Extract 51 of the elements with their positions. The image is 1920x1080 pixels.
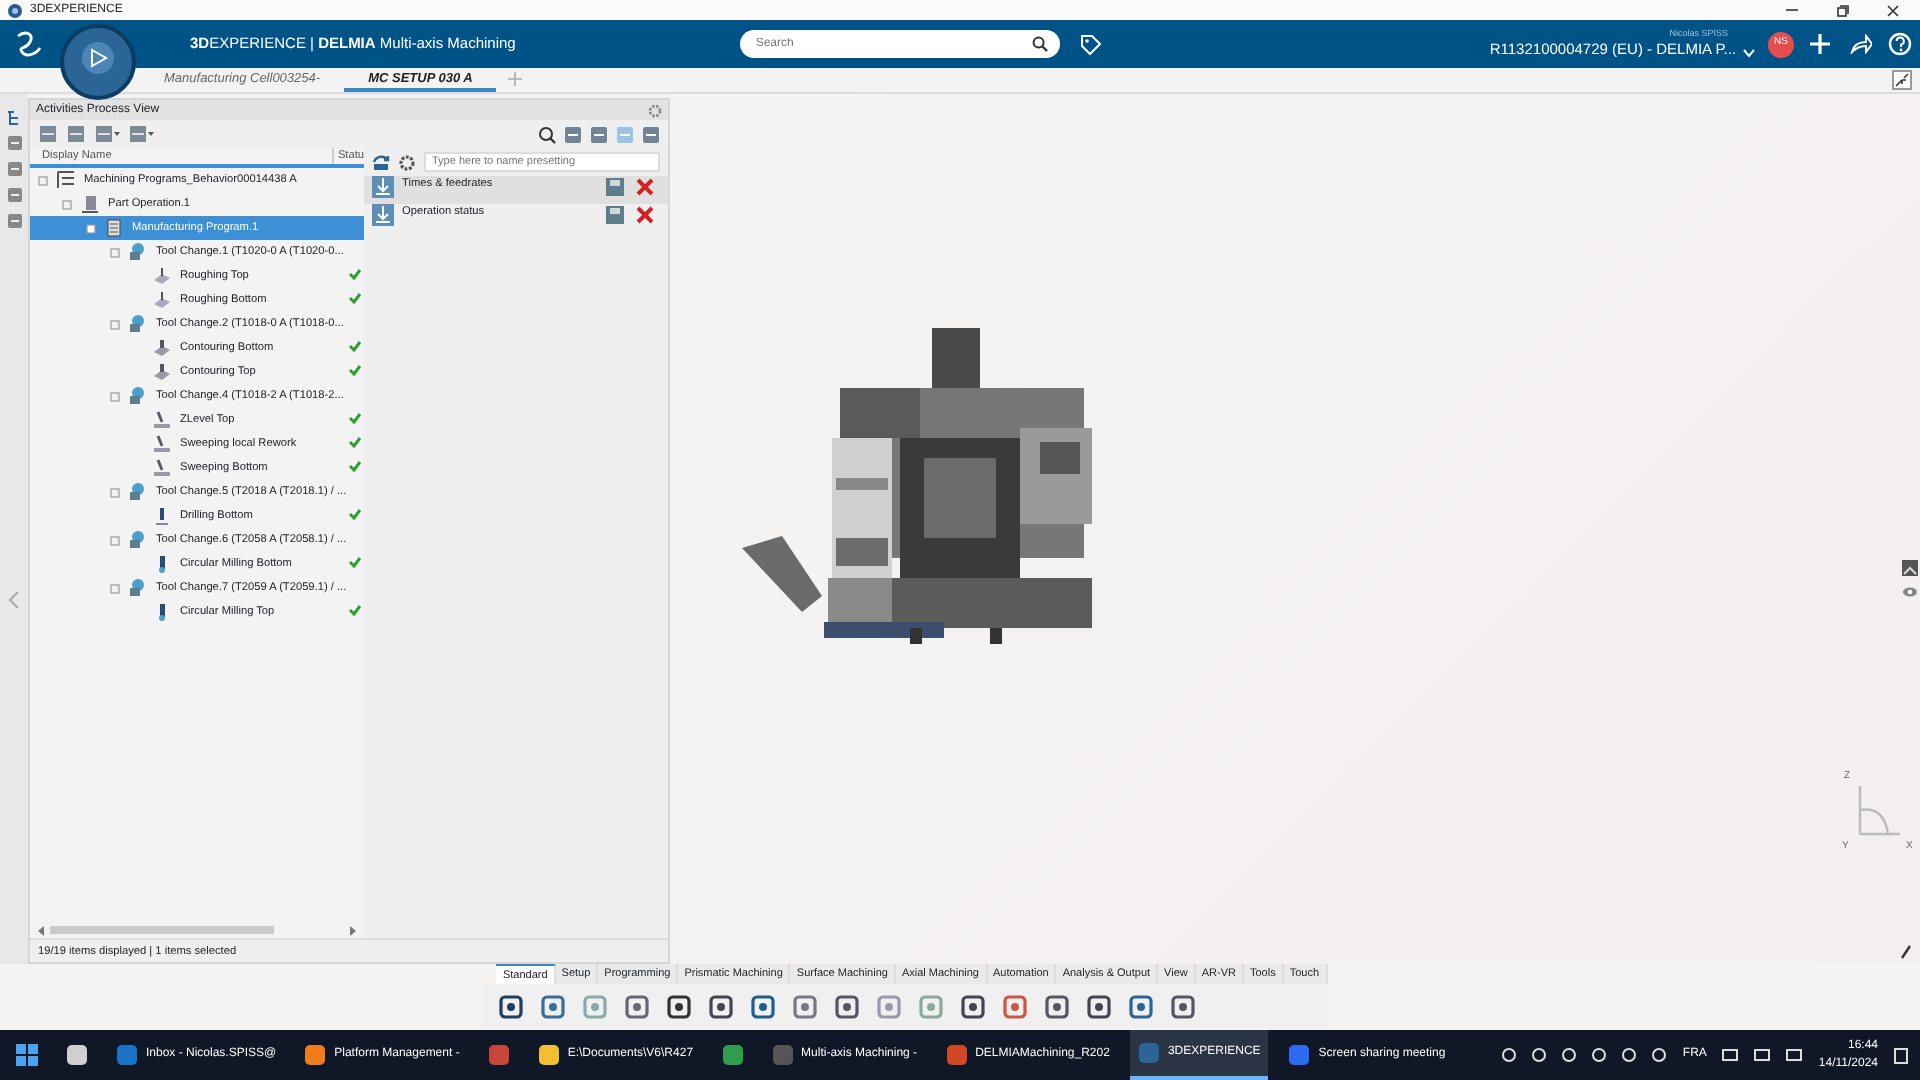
eye-icon[interactable] (1902, 584, 1918, 600)
tree-view-icon[interactable] (6, 110, 22, 126)
machining-operation-icon (152, 362, 172, 382)
close-icon[interactable] (1886, 3, 1900, 17)
delete-icon[interactable] (636, 178, 654, 196)
collapse-toggle-icon[interactable] (110, 535, 120, 545)
search-icon[interactable] (1031, 36, 1048, 52)
tool-change-icon (128, 314, 148, 334)
tool-change-icon (128, 578, 148, 598)
machining-operation-icon (152, 266, 172, 286)
collapse-toggle-icon[interactable] (110, 487, 120, 497)
drill-icon (152, 506, 172, 526)
collapse-toggle-icon[interactable] (110, 247, 120, 257)
search-icon[interactable] (538, 125, 556, 143)
download-icon[interactable] (372, 204, 394, 226)
chevron-down-icon[interactable] (1742, 47, 1756, 57)
share-icon[interactable] (1850, 34, 1872, 54)
help-icon[interactable] (1888, 32, 1912, 56)
download-icon[interactable] (372, 176, 394, 198)
plus-icon[interactable] (1810, 34, 1830, 54)
collapse-toggle-icon[interactable] (110, 583, 120, 593)
part-operation-icon (80, 194, 100, 214)
tool-change-icon (128, 386, 148, 406)
collapse-toggle-icon[interactable] (110, 391, 120, 401)
brand-logo-icon[interactable] (14, 30, 46, 58)
app-logo-icon (8, 3, 22, 17)
refresh-icon[interactable] (372, 153, 390, 171)
tag-icon[interactable] (1079, 33, 1102, 55)
collapse-icon[interactable] (1892, 70, 1912, 90)
machining-operation-icon (152, 410, 172, 430)
restore-icon[interactable] (1836, 3, 1850, 17)
machining-operation-icon (152, 458, 172, 478)
program-list-icon (56, 170, 76, 190)
delete-icon[interactable] (636, 206, 654, 224)
tool-change-icon (128, 530, 148, 550)
machining-operation-icon (152, 290, 172, 310)
cursor-icon[interactable] (1900, 944, 1912, 960)
tool-change-icon (128, 482, 148, 502)
machining-operation-icon (152, 338, 172, 358)
collapse-toggle-icon[interactable] (62, 199, 72, 209)
scroll-right-icon[interactable] (350, 925, 358, 935)
scroll-left-icon[interactable] (38, 925, 46, 935)
machining-operation-icon (152, 434, 172, 454)
tool-change-icon (128, 242, 148, 262)
collapse-toggle-icon[interactable] (86, 223, 96, 233)
image-icon[interactable] (1902, 560, 1918, 576)
horizontal-scrollbar[interactable] (50, 926, 274, 934)
windows-logo-icon[interactable] (16, 1044, 38, 1066)
collapse-toggle-icon[interactable] (38, 175, 48, 185)
collapse-toggle-icon[interactable] (110, 319, 120, 329)
minimize-icon[interactable] (1784, 4, 1800, 16)
